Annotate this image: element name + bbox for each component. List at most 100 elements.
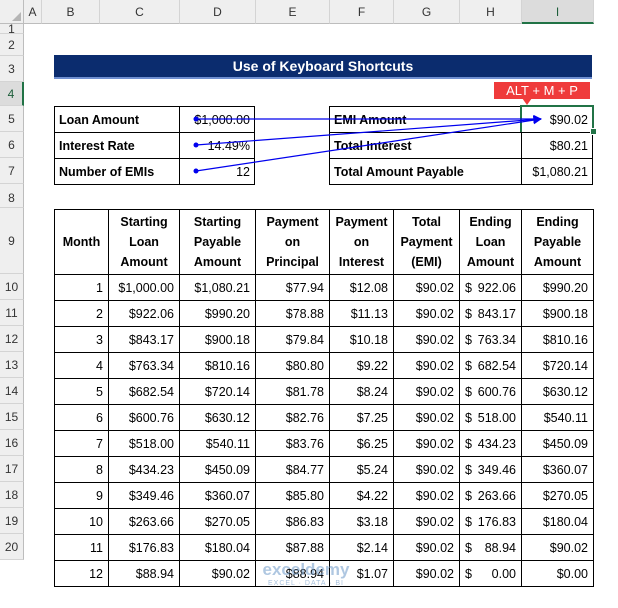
column-header-I[interactable]: I: [522, 0, 594, 24]
table-cell[interactable]: $630.12: [179, 404, 256, 431]
fill-handle[interactable]: [590, 128, 597, 135]
table-cell[interactable]: $360.07: [521, 456, 594, 483]
table-cell[interactable]: $270.05: [179, 508, 256, 535]
table-cell[interactable]: $7.25: [329, 404, 394, 431]
row-header-2[interactable]: 2: [0, 34, 24, 56]
table-cell[interactable]: $90.02: [393, 404, 460, 431]
table-cell[interactable]: 11: [54, 534, 109, 561]
table-cell[interactable]: $1,080.21: [179, 274, 256, 301]
table-cell[interactable]: $810.16: [179, 352, 256, 379]
table-cell[interactable]: $763.34: [459, 326, 522, 353]
table-cell[interactable]: $263.66: [459, 482, 522, 509]
table-cell[interactable]: $90.02: [521, 534, 594, 561]
table-cell[interactable]: $843.17: [108, 326, 180, 353]
table-cell[interactable]: $990.20: [521, 274, 594, 301]
table-cell[interactable]: $176.83: [108, 534, 180, 561]
emi-amount-cell[interactable]: $90.02: [520, 105, 594, 134]
row-header-16[interactable]: 16: [0, 430, 24, 456]
column-header-D[interactable]: D: [180, 0, 256, 24]
table-cell[interactable]: $720.14: [179, 378, 256, 405]
column-header-E[interactable]: E: [256, 0, 330, 24]
table-cell[interactable]: $9.22: [329, 352, 394, 379]
table-cell[interactable]: $80.80: [255, 352, 330, 379]
table-cell[interactable]: $77.94: [255, 274, 330, 301]
table-cell[interactable]: $90.02: [393, 456, 460, 483]
table-cell[interactable]: $450.09: [521, 430, 594, 457]
table-cell[interactable]: $90.02: [393, 300, 460, 327]
row-header-13[interactable]: 13: [0, 352, 24, 378]
table-cell[interactable]: 8: [54, 456, 109, 483]
table-cell[interactable]: $540.11: [179, 430, 256, 457]
row-header-5[interactable]: 5: [0, 106, 24, 132]
table-cell[interactable]: $87.88: [255, 534, 330, 561]
table-cell[interactable]: $434.23: [108, 456, 180, 483]
table-cell[interactable]: $83.76: [255, 430, 330, 457]
table-cell[interactable]: $600.76: [459, 378, 522, 405]
table-cell[interactable]: $0.00: [459, 560, 522, 587]
row-header-14[interactable]: 14: [0, 378, 24, 404]
table-cell[interactable]: $843.17: [459, 300, 522, 327]
table-cell[interactable]: $0.00: [521, 560, 594, 587]
row-header-9[interactable]: 9: [0, 208, 24, 274]
table-cell[interactable]: $1,000.00: [108, 274, 180, 301]
table-cell[interactable]: 9: [54, 482, 109, 509]
output-value[interactable]: $1,080.21: [521, 158, 593, 185]
table-cell[interactable]: $85.80: [255, 482, 330, 509]
table-cell[interactable]: $90.02: [393, 274, 460, 301]
table-cell[interactable]: $450.09: [179, 456, 256, 483]
table-cell[interactable]: $180.04: [179, 534, 256, 561]
table-cell[interactable]: $360.07: [179, 482, 256, 509]
row-header-11[interactable]: 11: [0, 300, 24, 326]
select-all-corner[interactable]: [0, 0, 24, 24]
table-cell[interactable]: $81.78: [255, 378, 330, 405]
input-value[interactable]: $1,000.00: [179, 106, 255, 133]
row-header-4[interactable]: 4: [0, 82, 24, 106]
row-header-17[interactable]: 17: [0, 456, 24, 482]
table-cell[interactable]: $180.04: [521, 508, 594, 535]
row-header-15[interactable]: 15: [0, 404, 24, 430]
table-cell[interactable]: 3: [54, 326, 109, 353]
table-cell[interactable]: $12.08: [329, 274, 394, 301]
table-cell[interactable]: $720.14: [521, 352, 594, 379]
row-header-20[interactable]: 20: [0, 534, 24, 560]
table-cell[interactable]: 12: [54, 560, 109, 587]
table-cell[interactable]: $900.18: [521, 300, 594, 327]
table-cell[interactable]: $90.02: [393, 352, 460, 379]
table-cell[interactable]: $78.88: [255, 300, 330, 327]
table-cell[interactable]: $4.22: [329, 482, 394, 509]
column-header-G[interactable]: G: [394, 0, 460, 24]
table-cell[interactable]: $88.94: [108, 560, 180, 587]
table-cell[interactable]: $90.02: [393, 534, 460, 561]
table-cell[interactable]: $86.83: [255, 508, 330, 535]
table-cell[interactable]: 4: [54, 352, 109, 379]
row-header-7[interactable]: 7: [0, 158, 24, 184]
table-cell[interactable]: 5: [54, 378, 109, 405]
table-cell[interactable]: $540.11: [521, 404, 594, 431]
table-cell[interactable]: $2.14: [329, 534, 394, 561]
row-header-1[interactable]: 1: [0, 22, 24, 36]
table-cell[interactable]: $349.46: [108, 482, 180, 509]
table-cell[interactable]: $79.84: [255, 326, 330, 353]
table-cell[interactable]: $434.23: [459, 430, 522, 457]
column-header-H[interactable]: H: [460, 0, 522, 24]
table-cell[interactable]: $6.25: [329, 430, 394, 457]
table-cell[interactable]: $11.13: [329, 300, 394, 327]
input-value[interactable]: 12: [179, 158, 255, 185]
table-cell[interactable]: 7: [54, 430, 109, 457]
row-header-18[interactable]: 18: [0, 482, 24, 508]
table-cell[interactable]: $630.12: [521, 378, 594, 405]
table-cell[interactable]: $810.16: [521, 326, 594, 353]
table-cell[interactable]: $10.18: [329, 326, 394, 353]
table-cell[interactable]: 6: [54, 404, 109, 431]
table-cell[interactable]: 1: [54, 274, 109, 301]
table-cell[interactable]: $349.46: [459, 456, 522, 483]
table-cell[interactable]: $263.66: [108, 508, 180, 535]
column-header-A[interactable]: A: [24, 0, 42, 24]
input-value[interactable]: 14.49%: [179, 132, 255, 159]
table-cell[interactable]: $518.00: [108, 430, 180, 457]
row-header-3[interactable]: 3: [0, 56, 24, 82]
table-cell[interactable]: $3.18: [329, 508, 394, 535]
table-cell[interactable]: $990.20: [179, 300, 256, 327]
table-cell[interactable]: $518.00: [459, 404, 522, 431]
column-header-F[interactable]: F: [330, 0, 394, 24]
